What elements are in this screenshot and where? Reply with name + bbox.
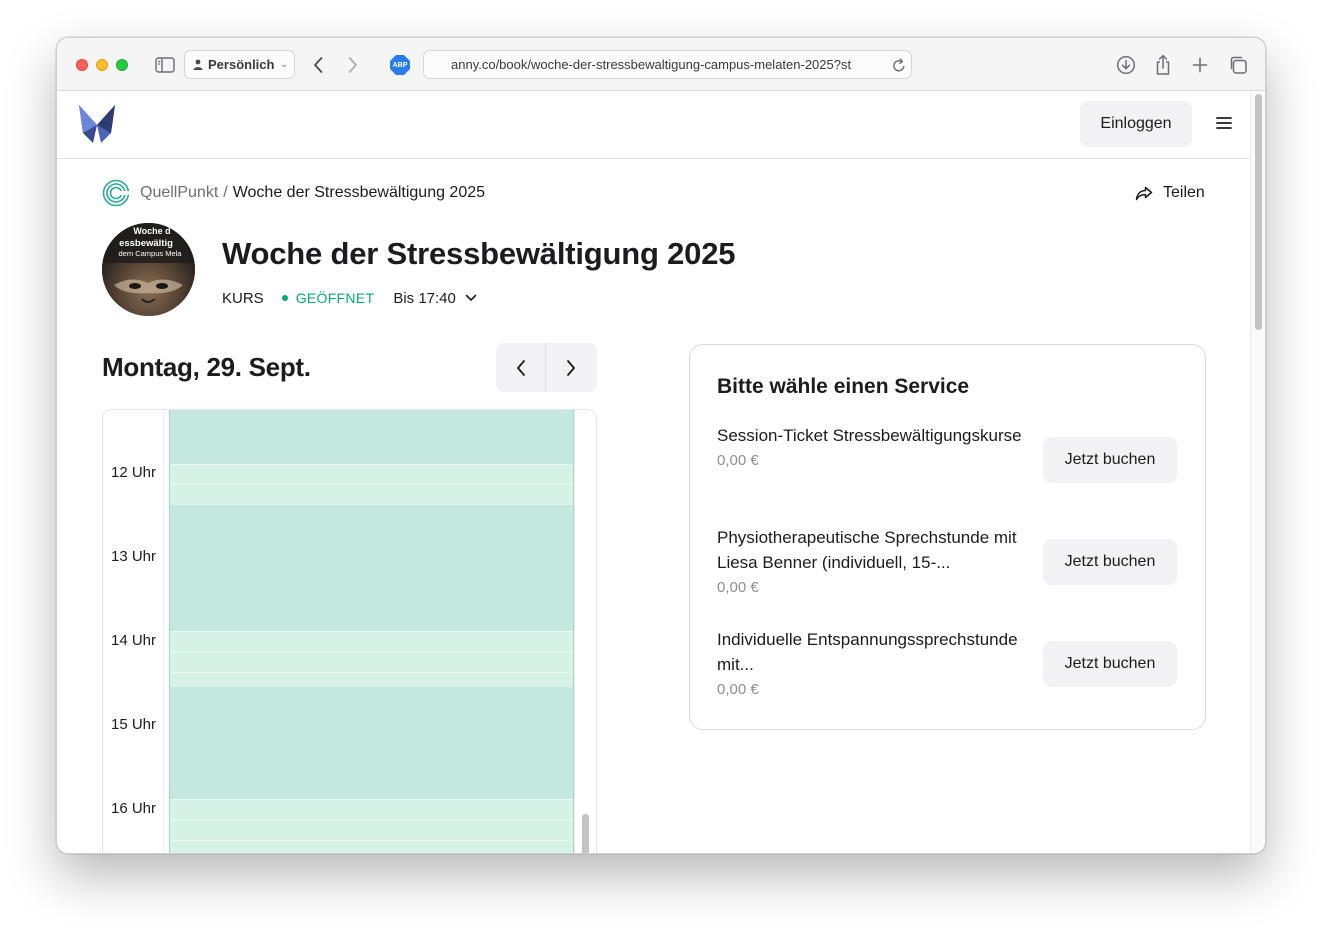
hour-label: 15 Uhr xyxy=(111,716,157,733)
profile-label: Persönlich xyxy=(208,57,275,72)
share-label: Teilen xyxy=(1163,184,1205,201)
service-item: Individuelle Entspannungssprechstunde mi… xyxy=(717,627,1180,698)
chevron-left-icon xyxy=(516,359,525,376)
forward-icon[interactable] xyxy=(342,54,364,76)
book-now-button[interactable]: Jetzt buchen xyxy=(1043,539,1177,585)
page-scroll-thumb[interactable] xyxy=(1255,94,1262,330)
status-badge: GEÖFFNET xyxy=(281,290,375,306)
booked-slot[interactable] xyxy=(170,410,573,464)
share-button[interactable]: Teilen xyxy=(1135,181,1205,205)
hour-label: 12 Uhr xyxy=(111,464,157,481)
browser-window: Persönlich ⌄ ABP anny.co/book/woche-der-… xyxy=(56,37,1266,854)
person-icon xyxy=(193,59,203,70)
avatar-text-line-2: essbewältig xyxy=(119,238,173,249)
close-window-button[interactable] xyxy=(76,59,88,71)
service-selection-card: Bitte wähle einen Service Session-Ticket… xyxy=(689,344,1206,730)
page-scrollbar[interactable] xyxy=(1250,91,1265,853)
hamburger-menu-icon[interactable] xyxy=(1214,113,1234,133)
avatar-text-line-3: dem Campus Mela xyxy=(119,249,183,258)
page-content: Einloggen QuellPunkt / Woche der Stressb… xyxy=(57,91,1252,853)
opening-hours-dropdown[interactable]: Bis 17:40 xyxy=(393,290,477,307)
hour-label: 16 Uhr xyxy=(111,800,157,817)
login-button[interactable]: Einloggen xyxy=(1080,101,1192,147)
calendar-day-column[interactable] xyxy=(169,410,574,853)
chevron-down-icon: ⌄ xyxy=(280,59,289,69)
calendar-scroll-thumb[interactable] xyxy=(582,814,589,853)
status-dot-icon xyxy=(281,295,288,301)
address-bar[interactable]: anny.co/book/woche-der-stressbewaltigung… xyxy=(423,50,912,79)
breadcrumb-organization-link[interactable]: QuellPunkt xyxy=(140,184,218,202)
time-gutter: 12 Uhr 13 Uhr 14 Uhr 15 Uhr 16 Uhr xyxy=(103,410,164,853)
breadcrumb: QuellPunkt / Woche der Stressbewältigung… xyxy=(102,178,485,208)
service-item: Session-Ticket Stressbewältigungskurse 0… xyxy=(717,423,1180,483)
service-name: Session-Ticket Stressbewältigungskurse xyxy=(717,426,1022,445)
day-calendar: 12 Uhr 13 Uhr 14 Uhr 15 Uhr 16 Uhr xyxy=(102,409,597,853)
browser-toolbar: Persönlich ⌄ ABP anny.co/book/woche-der-… xyxy=(57,38,1265,91)
minimize-window-button[interactable] xyxy=(96,59,108,71)
adblock-extension-icon[interactable]: ABP xyxy=(390,55,410,75)
service-name: Individuelle Entspannungssprechstunde mi… xyxy=(717,630,1018,674)
page-title: Woche der Stressbewältigung 2025 xyxy=(222,236,736,271)
share-icon[interactable] xyxy=(1152,54,1174,76)
service-heading: Bitte wähle einen Service xyxy=(717,375,970,398)
service-item: Physiotherapeutische Sprechstunde mit Li… xyxy=(717,525,1180,596)
next-day-button[interactable] xyxy=(546,343,596,392)
quellpunkt-logo-icon xyxy=(102,179,130,207)
reload-icon[interactable] xyxy=(889,54,909,76)
breadcrumb-current: Woche der Stressbewältigung 2025 xyxy=(232,184,486,201)
zoom-window-button[interactable] xyxy=(116,59,128,71)
breadcrumb-separator: / xyxy=(223,184,228,201)
anny-logo-icon[interactable] xyxy=(78,103,116,145)
tab-overview-icon[interactable] xyxy=(1227,54,1249,76)
chevron-right-icon xyxy=(567,359,575,376)
calendar-day-title: Montag, 29. Sept. xyxy=(102,352,311,382)
booked-slot[interactable] xyxy=(170,504,573,631)
avatar-text-line-1: Woche d xyxy=(133,226,170,236)
site-header: Einloggen xyxy=(57,91,1252,159)
sidebar-toggle-icon[interactable] xyxy=(154,54,176,76)
hour-label: 14 Uhr xyxy=(111,632,157,649)
back-icon[interactable] xyxy=(307,54,329,76)
calendar-scrollbar[interactable] xyxy=(574,410,596,853)
book-now-button[interactable]: Jetzt buchen xyxy=(1043,437,1177,483)
downloads-icon[interactable] xyxy=(1115,54,1137,76)
event-type-label: KURS xyxy=(222,289,264,307)
new-tab-icon[interactable] xyxy=(1189,54,1211,76)
day-navigation xyxy=(496,343,597,392)
previous-day-button[interactable] xyxy=(496,343,546,392)
book-now-button[interactable]: Jetzt buchen xyxy=(1043,641,1177,687)
status-label: GEÖFFNET xyxy=(295,290,375,306)
chevron-down-icon xyxy=(465,294,477,301)
service-name: Physiotherapeutische Sprechstunde mit Li… xyxy=(717,528,1017,572)
profile-selector[interactable]: Persönlich ⌄ xyxy=(184,50,295,79)
booked-slot[interactable] xyxy=(170,687,573,799)
share-arrow-icon xyxy=(1135,186,1153,200)
event-meta: KURS GEÖFFNET Bis 17:40 xyxy=(222,287,477,309)
event-avatar-image: Woche d essbewältig dem Campus Mela xyxy=(102,223,195,316)
opening-hours-label: Bis 17:40 xyxy=(393,289,456,307)
hour-label: 13 Uhr xyxy=(111,548,157,565)
url-text: anny.co/book/woche-der-stressbewaltigung… xyxy=(451,57,852,72)
